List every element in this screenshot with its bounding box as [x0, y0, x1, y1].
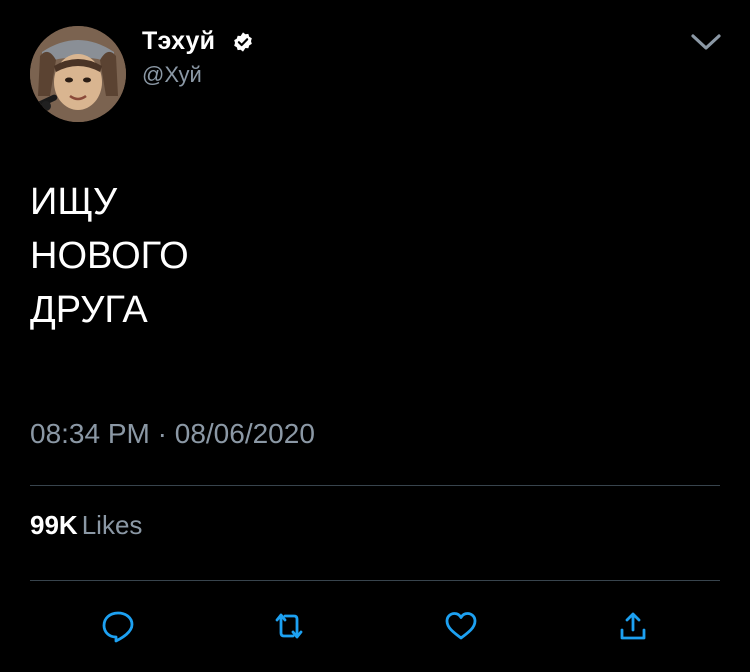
tweet-time: 08:34 PM	[30, 418, 150, 449]
like-button[interactable]	[441, 606, 481, 646]
share-icon	[620, 612, 646, 640]
reply-icon	[102, 611, 134, 643]
likes-count: 99K	[30, 510, 78, 540]
retweet-icon	[275, 613, 303, 639]
likes-stat[interactable]: 99K Likes	[30, 510, 142, 541]
like-icon	[445, 612, 477, 640]
reply-button[interactable]	[98, 606, 138, 646]
retweet-button[interactable]	[269, 606, 309, 646]
share-button[interactable]	[613, 606, 653, 646]
tweet-line: ИЩУ	[30, 181, 118, 223]
handle[interactable]: @Хуй	[142, 62, 202, 88]
divider	[30, 580, 720, 581]
chevron-down-icon[interactable]	[690, 30, 722, 54]
likes-label: Likes	[81, 510, 143, 540]
tweet-line: ДРУГА	[30, 289, 148, 331]
tweet-line: НОВОГО	[30, 235, 189, 277]
avatar[interactable]	[30, 26, 126, 122]
tweet-text: ИЩУ НОВОГО ДРУГА	[30, 175, 189, 337]
tweet-date: 08/06/2020	[174, 418, 315, 449]
divider	[30, 485, 720, 486]
tweet-timestamp[interactable]: 08:34 PM · 08/06/2020	[30, 418, 315, 450]
display-name[interactable]: Тэхуй	[142, 27, 215, 56]
avatar-image	[30, 26, 126, 122]
verified-badge-icon	[234, 32, 252, 52]
meta-separator: ·	[157, 418, 167, 449]
